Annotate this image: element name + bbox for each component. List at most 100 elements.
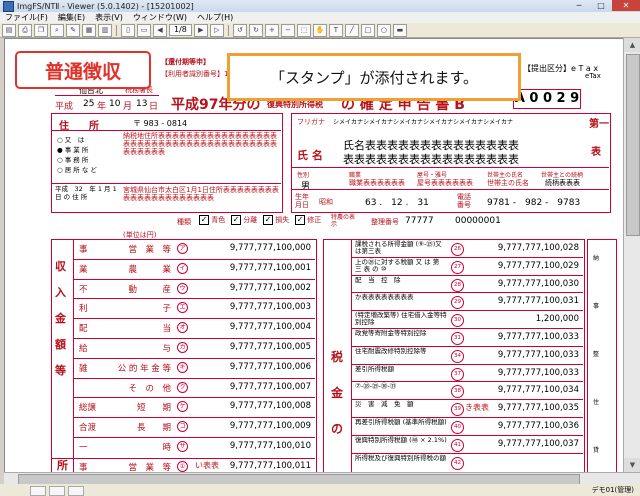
address-text: 納税地住所表表表表表表表表表表表表表表表表表表表表表表表表表表表表表表表表表表表… — [123, 132, 277, 156]
line-icon[interactable]: ╱ — [344, 23, 359, 37]
callout-annotation: 「スタンプ」が添付されます。 — [227, 53, 521, 101]
type-blue[interactable]: ✓ 青色 — [199, 215, 225, 225]
income-row-amount: 9,777,777,100,004 — [229, 322, 311, 333]
grid-icon[interactable]: ▥ — [98, 23, 112, 37]
scroll-down-icon[interactable]: ▼ — [624, 458, 640, 472]
income-row-code: ア — [177, 243, 188, 254]
print-icon[interactable]: ⎙ — [18, 23, 32, 37]
income-row-label: 農 業 — [128, 264, 171, 275]
type-separate[interactable]: ✓ 分離 — [231, 215, 257, 225]
status-bar: デモ01(管理) — [0, 484, 640, 496]
tax-row-label: 住宅耐震改修特別控除等 — [355, 346, 427, 355]
image-icon[interactable]: ▦ — [82, 23, 96, 37]
income-row-label: 長 期 — [136, 423, 171, 434]
date-year: 25 — [83, 99, 95, 109]
ellipse-icon[interactable]: ○ — [376, 23, 391, 37]
name-label: 氏 名 — [297, 149, 323, 162]
seiri-value-2: 00000001 — [455, 216, 501, 226]
page-indicator[interactable]: 1/8 — [169, 24, 192, 36]
tax-row-amount: 1,200,000 — [535, 314, 579, 325]
fit-width-icon[interactable]: ▭ — [137, 23, 151, 37]
row-divider — [73, 239, 315, 240]
copy-icon[interactable]: ❐ — [34, 23, 48, 37]
office-option-2[interactable]: ● 事 業 所 — [57, 145, 115, 155]
tax-row-label: 課税される所得金額 (⑨-㉕)又は第三表 — [355, 240, 442, 255]
income-row-label: 短 期 — [136, 403, 171, 414]
scroll-up-icon[interactable]: ▲ — [624, 38, 640, 52]
stamp-icon[interactable]: ✎ — [66, 23, 80, 37]
divider — [51, 183, 281, 184]
close-button[interactable]: ✕ — [612, 0, 640, 11]
income-row-group: 業 — [79, 264, 88, 275]
rotate-left-icon[interactable]: ↺ — [232, 23, 247, 37]
type-separate-check[interactable]: ✓ — [231, 215, 241, 225]
rotate-right-icon[interactable]: ↻ — [248, 23, 263, 37]
type-loss[interactable]: ✓ 損失 — [263, 215, 289, 225]
text-icon[interactable]: T — [328, 23, 343, 37]
toolbar: ▤ ⎙ ❐ ⌕ ✎ ▦ ▥ ▯ ▭ ◀ 1/8 ▶ ▷ ↺ ↻ + − ⬚ ✋ … — [0, 23, 640, 38]
tax-row-label: 差引所得税額 — [355, 364, 394, 373]
date-era: 平成 — [55, 102, 74, 112]
hand-icon[interactable]: ✋ — [312, 23, 327, 37]
zoom-out-icon[interactable]: − — [280, 23, 295, 37]
right-column-label: 納 — [593, 255, 600, 262]
status-pane — [68, 486, 84, 496]
menu-window[interactable]: ウィンドウ(W) — [128, 12, 192, 23]
first-page-icon[interactable]: ◀ — [153, 23, 167, 37]
job-text: 職業表表表表表表 — [349, 179, 405, 187]
tax-row-amount: 9,777,777,100,030 — [497, 278, 579, 289]
office-option-4[interactable]: ○ 居 所 な ど — [57, 165, 115, 175]
fit-page-icon[interactable]: ▯ — [121, 23, 135, 37]
next-page-icon[interactable]: ▶ — [193, 23, 208, 37]
form-code: A 0 0 2 9 — [513, 89, 581, 109]
tax-row-label: 所得税及び復興特別所得税の額 — [355, 453, 446, 462]
menu-view[interactable]: 表示(V) — [90, 12, 128, 23]
type-loss-check[interactable]: ✓ — [263, 215, 273, 225]
date-month: 10 — [109, 99, 121, 109]
open-icon[interactable]: ▤ — [2, 23, 16, 37]
date-month-unit: 月 — [123, 102, 133, 112]
maximize-button[interactable]: □ — [590, 0, 612, 11]
type-correction[interactable]: ✓ 修正 — [295, 215, 321, 225]
row-divider — [73, 357, 315, 359]
tax-row-code: 28 — [451, 278, 464, 292]
tax-row-amount: 9,777,777,100,029 — [497, 260, 579, 271]
tax-row-label: 復興特別所得税額 (㊵ × 2.1%) — [355, 435, 447, 444]
stamp-futsuu-choushuu[interactable]: 普通徴収 — [15, 51, 151, 89]
type-blue-check[interactable]: ✓ — [199, 215, 209, 225]
office-option-3[interactable]: ○ 事 務 所 — [57, 155, 115, 165]
row-divider — [73, 417, 315, 419]
right-column — [587, 239, 617, 473]
furigana-text: シメイカナシメイカナシメイカナシメイカナシメイカナシメイカナ — [333, 119, 514, 126]
minimize-button[interactable]: ─ — [568, 0, 590, 11]
rect-icon[interactable]: □ — [360, 23, 375, 37]
select-icon[interactable]: ⬚ — [296, 23, 311, 37]
vertical-scrollbar[interactable]: ▲ ▼ — [623, 38, 640, 472]
filing-header: 【還付期等申】 — [161, 58, 210, 66]
tax-row-code: 34 — [451, 349, 464, 363]
income-row-label: 与 — [162, 344, 171, 354]
menu-help[interactable]: ヘルプ(H) — [192, 12, 238, 23]
tax-row-code: 27 — [451, 260, 464, 274]
menu-edit[interactable]: 編集(E) — [53, 12, 90, 23]
highlight-icon[interactable]: ▬ — [392, 23, 407, 37]
divider — [51, 458, 315, 459]
document-canvas[interactable]: 【還付期等申】 【利用者識別番号】16 【提出区分】e T a x eTax 仙… — [4, 38, 624, 474]
birth-label: 生年月日 — [295, 193, 309, 209]
income-row-group: 一 — [79, 443, 88, 453]
shotoku-row-amount: 9,777,777,100,011 — [229, 461, 311, 471]
sex-label: 性別 — [297, 172, 310, 179]
income-table — [51, 239, 317, 473]
last-page-icon[interactable]: ▷ — [209, 23, 224, 37]
income-row-label: 時 — [162, 443, 171, 453]
vertical-scroll-thumb[interactable] — [626, 54, 640, 236]
zoom-in-icon[interactable]: + — [264, 23, 279, 37]
menu-file[interactable]: ファイル(F) — [0, 12, 53, 23]
app-icon — [3, 0, 14, 12]
household-text: 世帯主の氏名 — [487, 179, 529, 187]
type-correction-check[interactable]: ✓ — [295, 215, 305, 225]
birth-era: 昭和 — [319, 198, 333, 206]
zoom-icon[interactable]: ⌕ — [50, 23, 64, 37]
office-option-1[interactable]: ○ 又 は — [57, 135, 115, 145]
tax-row-amount: 9,777,777,100,037 — [497, 438, 579, 449]
